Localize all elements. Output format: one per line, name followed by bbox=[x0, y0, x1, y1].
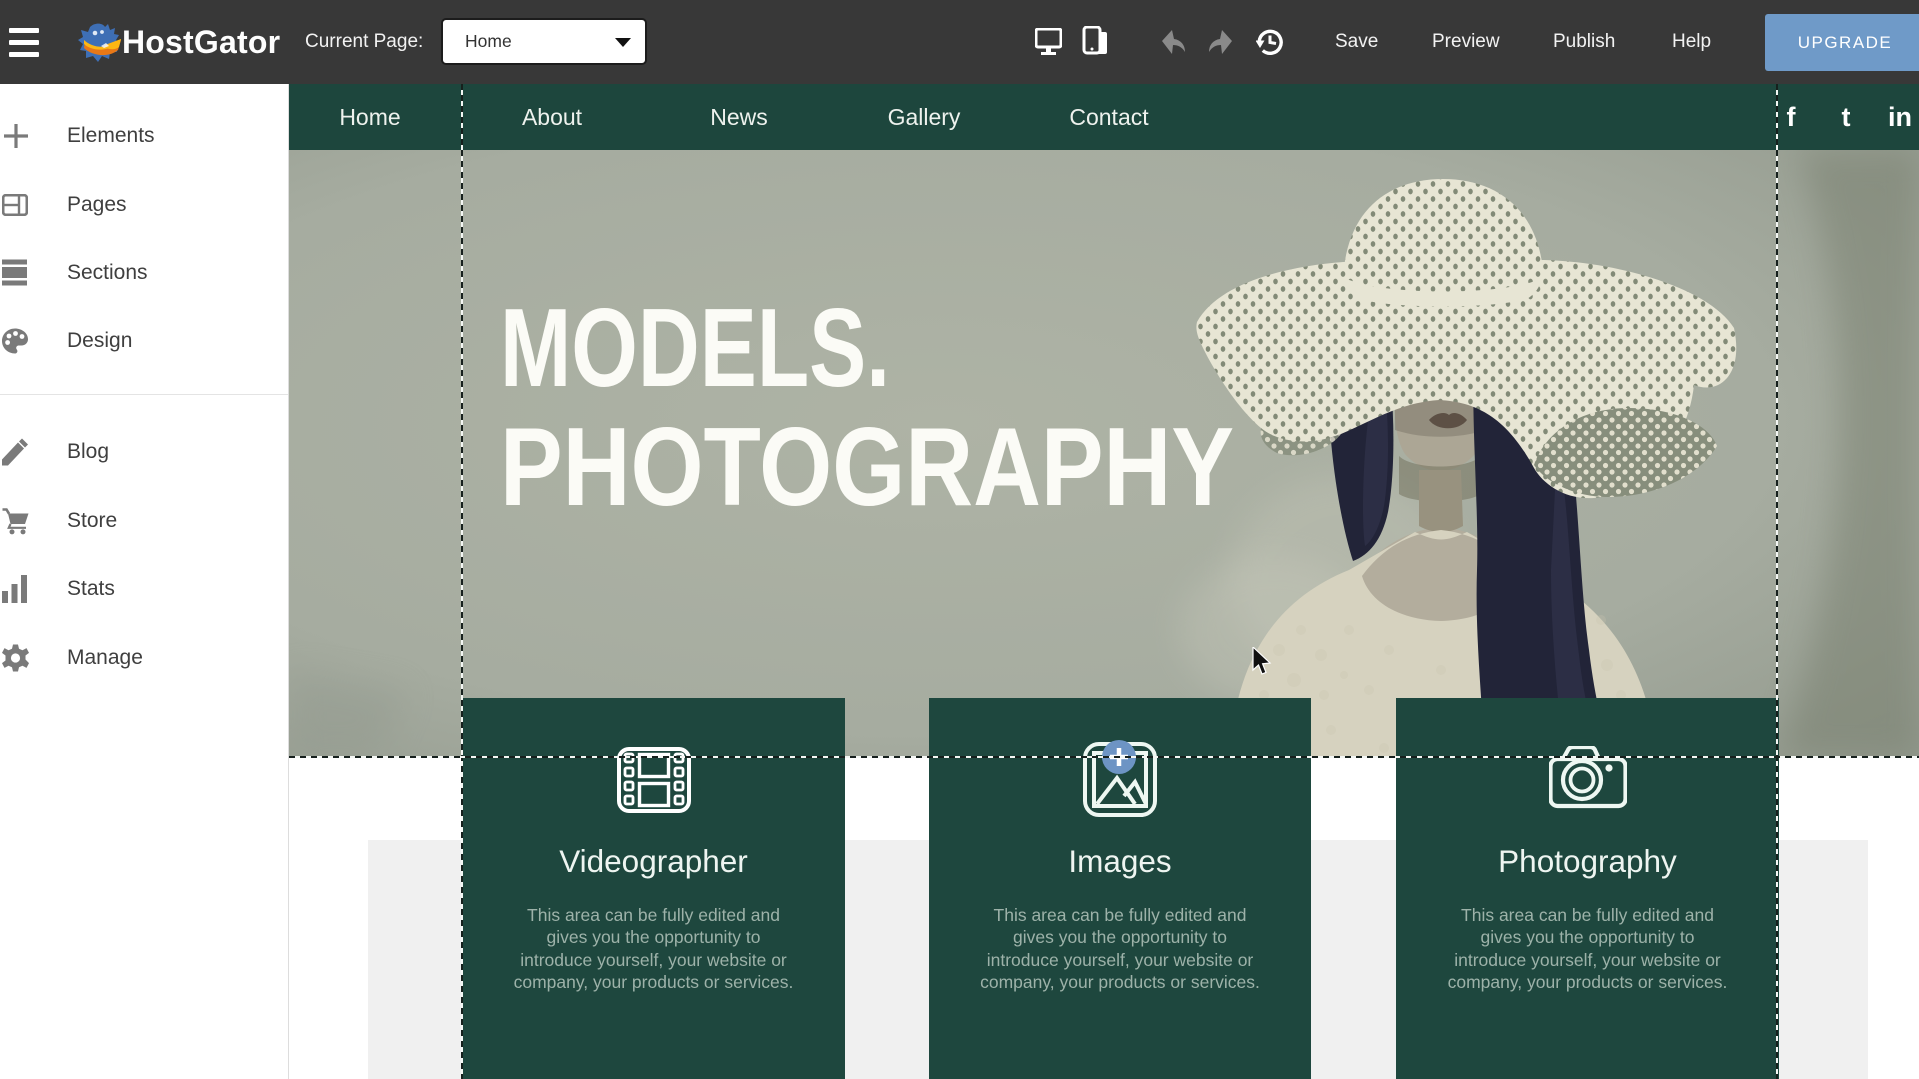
svg-text:PHOTOGRAPHY: PHOTOGRAPHY bbox=[500, 405, 1234, 529]
svg-text:MODELS.: MODELS. bbox=[500, 286, 890, 410]
